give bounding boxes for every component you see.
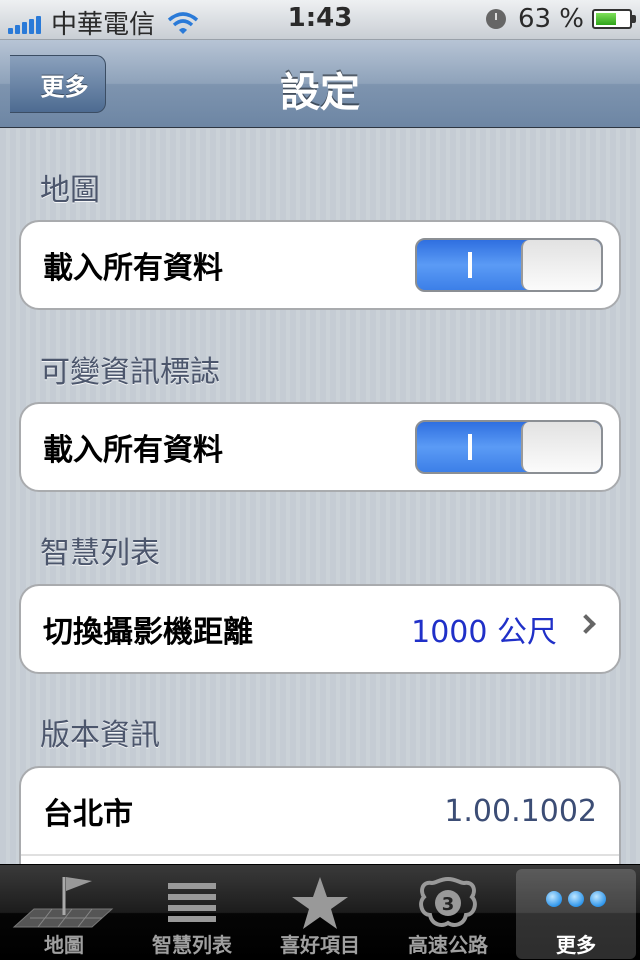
row-label: 台北市 <box>43 797 133 832</box>
row-version-next <box>21 854 619 864</box>
list-icon <box>168 883 216 922</box>
group-smart-list: 切換攝影機距離 1000 公尺 <box>19 584 621 674</box>
row-map-load-all: 載入所有資料 <box>21 222 619 308</box>
group-map: 載入所有資料 <box>19 220 621 310</box>
section-header-smart-list: 智慧列表 <box>40 536 160 571</box>
tab-more[interactable]: 更多 <box>512 865 640 960</box>
status-right: 63 % <box>485 4 636 34</box>
svg-text:3: 3 <box>442 894 455 915</box>
map-flag-icon <box>12 877 114 928</box>
carrier-name: 中華電信 <box>51 10 156 40</box>
row-camera-distance[interactable]: 切換攝影機距離 1000 公尺 <box>21 586 619 672</box>
clock-icon <box>485 9 506 29</box>
switch-on-indicator <box>417 240 523 290</box>
more-dots-icon <box>546 891 606 907</box>
section-header-version: 版本資訊 <box>40 718 160 753</box>
group-version: 台北市 1.00.1002 <box>19 766 621 864</box>
tab-smart-list[interactable]: 智慧列表 <box>128 865 256 960</box>
section-header-cms: 可變資訊標誌 <box>40 355 220 390</box>
section-header-map: 地圖 <box>40 173 100 208</box>
battery-percent: 63 % <box>517 4 584 34</box>
toggle-switch-cms[interactable] <box>415 420 603 474</box>
row-label: 載入所有資料 <box>43 251 223 286</box>
switch-on-indicator <box>417 422 523 472</box>
switch-knob[interactable] <box>521 422 601 472</box>
status-bar: 中華電信 1:43 63 % <box>0 0 640 40</box>
switch-knob[interactable] <box>521 240 601 290</box>
row-version-taipei: 台北市 1.00.1002 <box>21 768 619 854</box>
signal-icon <box>8 12 43 34</box>
wifi-icon <box>167 11 199 34</box>
tab-bar: 地圖 智慧列表 喜好項目 3 高速公路 更多 <box>0 864 640 960</box>
star-icon <box>292 877 348 929</box>
chevron-right-icon <box>576 614 596 634</box>
row-cms-load-all: 載入所有資料 <box>21 404 619 490</box>
group-cms: 載入所有資料 <box>19 402 621 492</box>
version-value: 1.00.1002 <box>444 793 597 829</box>
tab-label: 喜好項目 <box>280 933 360 957</box>
status-left: 中華電信 <box>8 4 199 41</box>
row-label: 切換攝影機距離 <box>43 615 253 650</box>
tab-label: 高速公路 <box>408 933 488 957</box>
tab-map[interactable]: 地圖 <box>0 865 128 960</box>
tab-label: 智慧列表 <box>152 933 232 957</box>
tab-highway[interactable]: 3 高速公路 <box>384 865 512 960</box>
settings-list[interactable]: 地圖 載入所有資料 可變資訊標誌 載入所有資料 智慧列表 切換攝影機距離 100… <box>0 129 640 864</box>
highway-shield-icon: 3 <box>419 876 477 927</box>
tab-label: 地圖 <box>44 933 84 957</box>
page-title: 設定 <box>280 70 360 116</box>
camera-distance-value: 1000 公尺 <box>411 615 557 650</box>
tab-label: 更多 <box>556 933 596 957</box>
toggle-switch-map[interactable] <box>415 238 603 292</box>
row-label: 載入所有資料 <box>43 433 223 468</box>
battery-icon <box>592 9 636 29</box>
navigation-bar: 更多 設定 <box>0 40 640 128</box>
tab-favorites[interactable]: 喜好項目 <box>256 865 384 960</box>
